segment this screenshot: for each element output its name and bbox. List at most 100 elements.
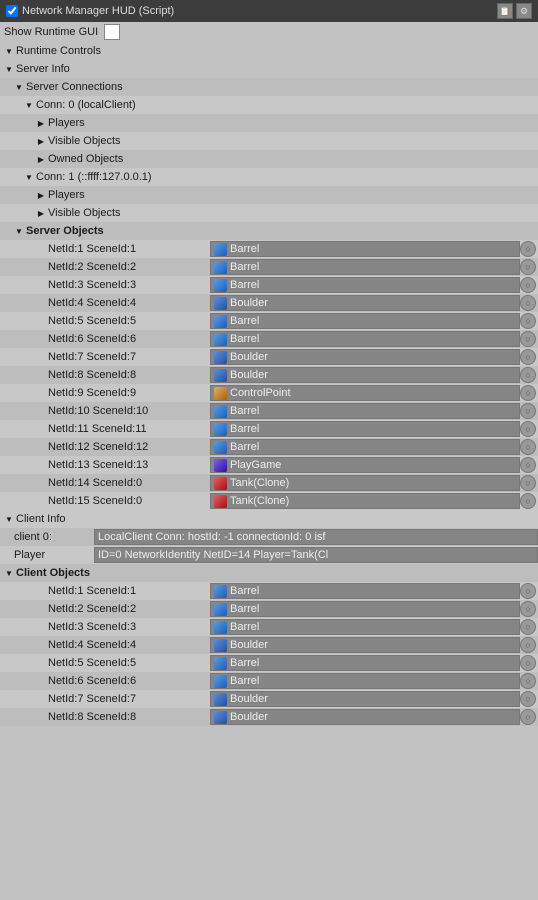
server-objects-list: NetId:1 SceneId:1Barrel○NetId:2 SceneId:… (0, 240, 538, 510)
object-circle-button[interactable]: ○ (520, 637, 536, 653)
inspector-icon[interactable]: 📋 (497, 3, 513, 19)
object-value-text: Barrel (230, 279, 259, 291)
object-value-text: Tank(Clone) (230, 495, 289, 507)
conn0-toggle[interactable] (24, 100, 34, 110)
object-value-box: Boulder (210, 709, 520, 725)
runtime-controls-toggle[interactable] (4, 46, 14, 56)
object-circle-button[interactable]: ○ (520, 313, 536, 329)
conn0-row: Conn: 0 (localClient) (0, 96, 538, 114)
conn1-visible-row: Visible Objects (0, 204, 538, 222)
object-id: NetId:6 SceneId:6 (0, 333, 210, 345)
client0-row: client 0: LocalClient Conn: hostId: -1 c… (0, 528, 538, 546)
object-circle-button[interactable]: ○ (520, 367, 536, 383)
object-value-box: Tank(Clone) (210, 493, 520, 509)
conn1-players-toggle[interactable] (36, 190, 46, 200)
conn0-owned-row: Owned Objects (0, 150, 538, 168)
server-info-toggle[interactable] (4, 64, 14, 74)
object-value-box: Boulder (210, 367, 520, 383)
object-circle-button[interactable]: ○ (520, 475, 536, 491)
client-objects-list: NetId:1 SceneId:1Barrel○NetId:2 SceneId:… (0, 582, 538, 726)
object-value-box: Barrel (210, 403, 520, 419)
conn0-visible-toggle[interactable] (36, 136, 46, 146)
object-id: NetId:11 SceneId:11 (0, 423, 210, 435)
object-circle-button[interactable]: ○ (520, 709, 536, 725)
object-value-text: Barrel (230, 243, 259, 255)
object-circle-button[interactable]: ○ (520, 655, 536, 671)
object-circle-button[interactable]: ○ (520, 439, 536, 455)
object-circle-button[interactable]: ○ (520, 277, 536, 293)
client0-value: LocalClient Conn: hostId: -1 connectionI… (98, 531, 325, 543)
runtime-controls-row: Runtime Controls (0, 42, 538, 60)
object-id: NetId:8 SceneId:8 (0, 369, 210, 381)
conn0-owned-label: Owned Objects (48, 153, 123, 165)
object-circle-button[interactable]: ○ (520, 493, 536, 509)
object-value-text: Barrel (230, 603, 259, 615)
object-circle-button[interactable]: ○ (520, 241, 536, 257)
object-value-box: Boulder (210, 691, 520, 707)
table-row: NetId:15 SceneId:0Tank(Clone)○ (0, 492, 538, 510)
object-value-box: Boulder (210, 349, 520, 365)
object-id: NetId:12 SceneId:12 (0, 441, 210, 453)
object-circle-button[interactable]: ○ (520, 421, 536, 437)
object-id: NetId:7 SceneId:7 (0, 351, 210, 363)
player-label: Player (14, 549, 94, 561)
object-value-text: Barrel (230, 333, 259, 345)
conn1-visible-label: Visible Objects (48, 207, 121, 219)
conn1-visible-toggle[interactable] (36, 208, 46, 218)
object-id: NetId:10 SceneId:10 (0, 405, 210, 417)
conn1-toggle[interactable] (24, 172, 34, 182)
table-row: NetId:13 SceneId:13PlayGame○ (0, 456, 538, 474)
object-circle-button[interactable]: ○ (520, 583, 536, 599)
server-objects-toggle[interactable] (14, 226, 24, 236)
object-value-text: Boulder (230, 297, 268, 309)
client0-value-box: LocalClient Conn: hostId: -1 connectionI… (94, 529, 538, 545)
main-panel: Show Runtime GUI Runtime Controls Server… (0, 22, 538, 726)
object-circle-button[interactable]: ○ (520, 403, 536, 419)
table-row: NetId:8 SceneId:8Boulder○ (0, 708, 538, 726)
object-value-text: ControlPoint (230, 387, 291, 399)
server-info-row: Server Info (0, 60, 538, 78)
object-id: NetId:1 SceneId:1 (0, 585, 210, 597)
object-circle-button[interactable]: ○ (520, 385, 536, 401)
title-text: Network Manager HUD (Script) (22, 5, 174, 17)
object-circle-button[interactable]: ○ (520, 331, 536, 347)
object-id: NetId:3 SceneId:3 (0, 621, 210, 633)
table-row: NetId:7 SceneId:7Boulder○ (0, 348, 538, 366)
conn0-owned-toggle[interactable] (36, 154, 46, 164)
object-value-box: Barrel (210, 241, 520, 257)
object-value-box: Barrel (210, 331, 520, 347)
object-id: NetId:6 SceneId:6 (0, 675, 210, 687)
table-row: NetId:9 SceneId:9ControlPoint○ (0, 384, 538, 402)
object-circle-button[interactable]: ○ (520, 259, 536, 275)
player-row: Player ID=0 NetworkIdentity NetID=14 Pla… (0, 546, 538, 564)
object-circle-button[interactable]: ○ (520, 691, 536, 707)
object-circle-button[interactable]: ○ (520, 295, 536, 311)
object-circle-button[interactable]: ○ (520, 619, 536, 635)
client-info-toggle[interactable] (4, 514, 14, 524)
server-connections-label: Server Connections (26, 81, 123, 93)
show-runtime-checkbox[interactable] (104, 24, 120, 40)
object-value-box: Barrel (210, 583, 520, 599)
conn0-players-toggle[interactable] (36, 118, 46, 128)
table-row: NetId:5 SceneId:5Barrel○ (0, 654, 538, 672)
object-circle-button[interactable]: ○ (520, 673, 536, 689)
object-id: NetId:7 SceneId:7 (0, 693, 210, 705)
client-objects-toggle[interactable] (4, 568, 14, 578)
client-info-label: Client Info (16, 513, 66, 525)
table-row: NetId:4 SceneId:4Boulder○ (0, 636, 538, 654)
object-value-box: Boulder (210, 295, 520, 311)
object-value-box: Barrel (210, 259, 520, 275)
object-circle-button[interactable]: ○ (520, 601, 536, 617)
object-id: NetId:4 SceneId:4 (0, 297, 210, 309)
server-connections-toggle[interactable] (14, 82, 24, 92)
object-circle-button[interactable]: ○ (520, 349, 536, 365)
object-value-text: PlayGame (230, 459, 281, 471)
object-circle-button[interactable]: ○ (520, 457, 536, 473)
settings-icon[interactable]: ⚙ (516, 3, 532, 19)
object-id: NetId:2 SceneId:2 (0, 603, 210, 615)
object-value-box: Barrel (210, 439, 520, 455)
client-info-header: Client Info (0, 510, 538, 528)
title-checkbox[interactable] (6, 5, 18, 17)
player-value-box: ID=0 NetworkIdentity NetID=14 Player=Tan… (94, 547, 538, 563)
conn1-players-label: Players (48, 189, 85, 201)
